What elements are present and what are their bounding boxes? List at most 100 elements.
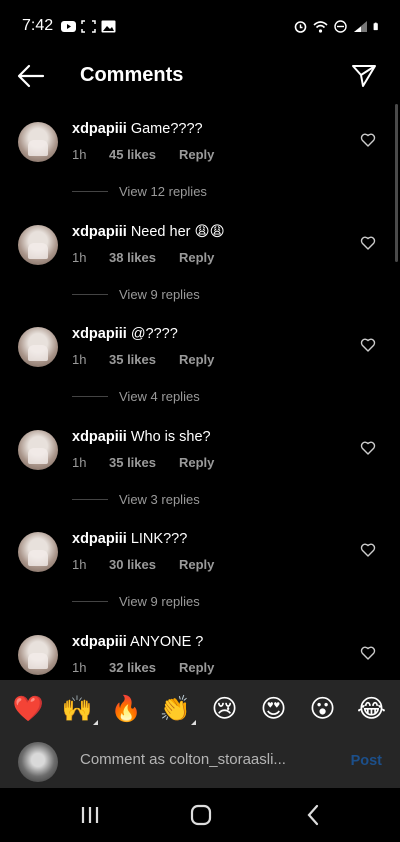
comment-text: Game???? — [130, 121, 203, 137]
direct-message-icon[interactable] — [350, 62, 378, 90]
emoji-quick-bar: ❤️ 🙌 🔥 👏 😢 😍 😮 😂 — [0, 680, 400, 736]
view-replies-label: View 12 replies — [119, 184, 207, 199]
replies-divider — [72, 498, 108, 500]
hotspot-icon — [334, 19, 347, 33]
raising-hands-emoji-button[interactable]: 🙌 — [60, 696, 98, 725]
status-bar: 7:42 — [0, 0, 400, 52]
heart-icon[interactable] — [360, 542, 376, 558]
reply-button[interactable]: Reply — [179, 557, 214, 572]
replies-divider — [72, 293, 108, 295]
comment-text-line: xdpapiii Game???? — [72, 121, 203, 137]
comment-item: xdpapiii @???? 1h 35 likes Reply View 4 … — [0, 315, 400, 418]
view-replies-link[interactable]: View 9 replies — [72, 287, 200, 302]
heart-icon[interactable] — [360, 337, 376, 353]
fire-emoji-button[interactable]: 🔥 — [109, 696, 145, 721]
avatar[interactable] — [18, 122, 58, 162]
page-title: Comments — [80, 64, 184, 86]
comment-meta: 1h 32 likes Reply — [72, 660, 214, 675]
system-nav-bar — [0, 788, 400, 842]
system-back-icon[interactable] — [301, 802, 327, 828]
view-replies-link[interactable]: View 3 replies — [72, 492, 200, 507]
screenshot-icon — [81, 19, 96, 33]
status-time: 7:42 — [22, 17, 54, 34]
wifi-icon — [313, 20, 328, 33]
view-replies-label: View 4 replies — [119, 389, 200, 404]
comment-text: ANYONE ? — [130, 633, 204, 650]
comment-text-line: xdpapiii Need her 😩😩 — [72, 224, 225, 240]
post-button[interactable]: Post — [351, 753, 382, 769]
youtube-notification-icon — [61, 20, 77, 32]
comment-username[interactable]: xdpapiii — [72, 224, 127, 240]
comment-time: 1h — [72, 147, 87, 162]
astonished-face-emoji-button[interactable]: 😮 — [305, 696, 341, 721]
comment-username[interactable]: xdpapiii — [72, 531, 127, 547]
comment-text: @???? — [130, 326, 178, 342]
comment-text: LINK??? — [130, 531, 188, 547]
replies-divider — [72, 601, 108, 602]
red-heart-emoji-button[interactable]: ❤️ — [11, 696, 47, 721]
clapping-hands-emoji-button[interactable]: 👏 — [158, 696, 196, 725]
battery-icon — [373, 22, 378, 30]
avatar[interactable] — [18, 429, 58, 470]
comment-username[interactable]: xdpapiii — [72, 326, 127, 342]
crying-face-emoji-button[interactable]: 😢 — [207, 696, 243, 721]
comment-username[interactable]: xdpapiii — [72, 121, 127, 137]
comment-likes[interactable]: 35 likes — [109, 352, 179, 367]
heart-icon[interactable] — [360, 235, 376, 251]
view-replies-label: View 3 replies — [119, 491, 200, 507]
reply-button[interactable]: Reply — [179, 352, 214, 367]
comments-list: xdpapiii Game???? 1h 45 likes Reply View… — [0, 110, 400, 680]
replies-divider — [72, 396, 108, 397]
comment-compose-bar: Comment as colton_storaasli... Post — [0, 736, 400, 788]
view-replies-link[interactable]: View 9 replies — [72, 594, 200, 609]
heart-icon[interactable] — [360, 645, 376, 661]
comment-text: Need her 😩😩 — [130, 223, 225, 240]
comment-item: xdpapiii Game???? 1h 45 likes Reply View… — [0, 110, 400, 213]
comment-text-line: xdpapiii @???? — [72, 326, 178, 342]
comment-time: 1h — [72, 352, 87, 367]
comment-username[interactable]: xdpapiii — [72, 634, 127, 650]
signal-icon — [354, 20, 367, 32]
comment-likes[interactable]: 32 likes — [109, 660, 179, 675]
comment-item: xdpapiii Who is she? 1h 35 likes Reply V… — [0, 418, 400, 521]
laughing-face-emoji-button[interactable]: 😂 — [354, 696, 390, 721]
reply-button[interactable]: Reply — [179, 660, 214, 675]
replies-divider — [72, 191, 108, 192]
reply-button[interactable]: Reply — [179, 455, 214, 470]
back-arrow-icon[interactable] — [16, 62, 46, 90]
comment-likes[interactable]: 45 likes — [109, 147, 179, 162]
comment-text-line: xdpapiii ANYONE ? — [72, 634, 203, 650]
comment-meta: 1h 35 likes Reply — [72, 352, 214, 367]
gallery-icon — [101, 20, 116, 32]
comment-meta: 1h 35 likes Reply — [72, 455, 214, 470]
comment-meta: 1h 38 likes Reply — [72, 250, 214, 265]
comment-item: xdpapiii LINK??? 1h 30 likes Reply View … — [0, 520, 400, 623]
comment-text: Who is she? — [130, 428, 211, 445]
comment-username[interactable]: xdpapiii — [72, 429, 127, 445]
heart-eyes-emoji-button[interactable]: 😍 — [256, 696, 292, 721]
heart-icon[interactable] — [360, 132, 376, 148]
comment-meta: 1h 45 likes Reply — [72, 147, 214, 162]
comment-time: 1h — [72, 454, 87, 470]
avatar[interactable] — [18, 634, 58, 675]
comment-time: 1h — [72, 249, 87, 265]
comment-item: xdpapiii Need her 😩😩 1h 38 likes Reply V… — [0, 213, 400, 316]
reply-button[interactable]: Reply — [179, 147, 214, 162]
reply-button[interactable]: Reply — [179, 250, 214, 265]
avatar[interactable] — [18, 327, 58, 367]
view-replies-link[interactable]: View 4 replies — [72, 389, 200, 404]
comment-item: xdpapiii ANYONE ? 1h 32 likes Reply — [0, 623, 400, 681]
comment-time: 1h — [72, 557, 87, 572]
recent-apps-icon[interactable] — [77, 802, 103, 828]
comment-time: 1h — [72, 659, 87, 675]
comment-input[interactable]: Comment as colton_storaasli... — [80, 751, 286, 768]
comment-likes[interactable]: 30 likes — [109, 557, 179, 572]
comment-likes[interactable]: 35 likes — [109, 455, 179, 470]
view-replies-link[interactable]: View 12 replies — [72, 184, 207, 199]
avatar[interactable] — [18, 532, 58, 572]
home-icon[interactable] — [188, 802, 214, 828]
comment-likes[interactable]: 38 likes — [109, 250, 179, 265]
avatar[interactable] — [18, 224, 58, 265]
heart-icon[interactable] — [360, 440, 376, 456]
view-replies-label: View 9 replies — [119, 286, 200, 302]
